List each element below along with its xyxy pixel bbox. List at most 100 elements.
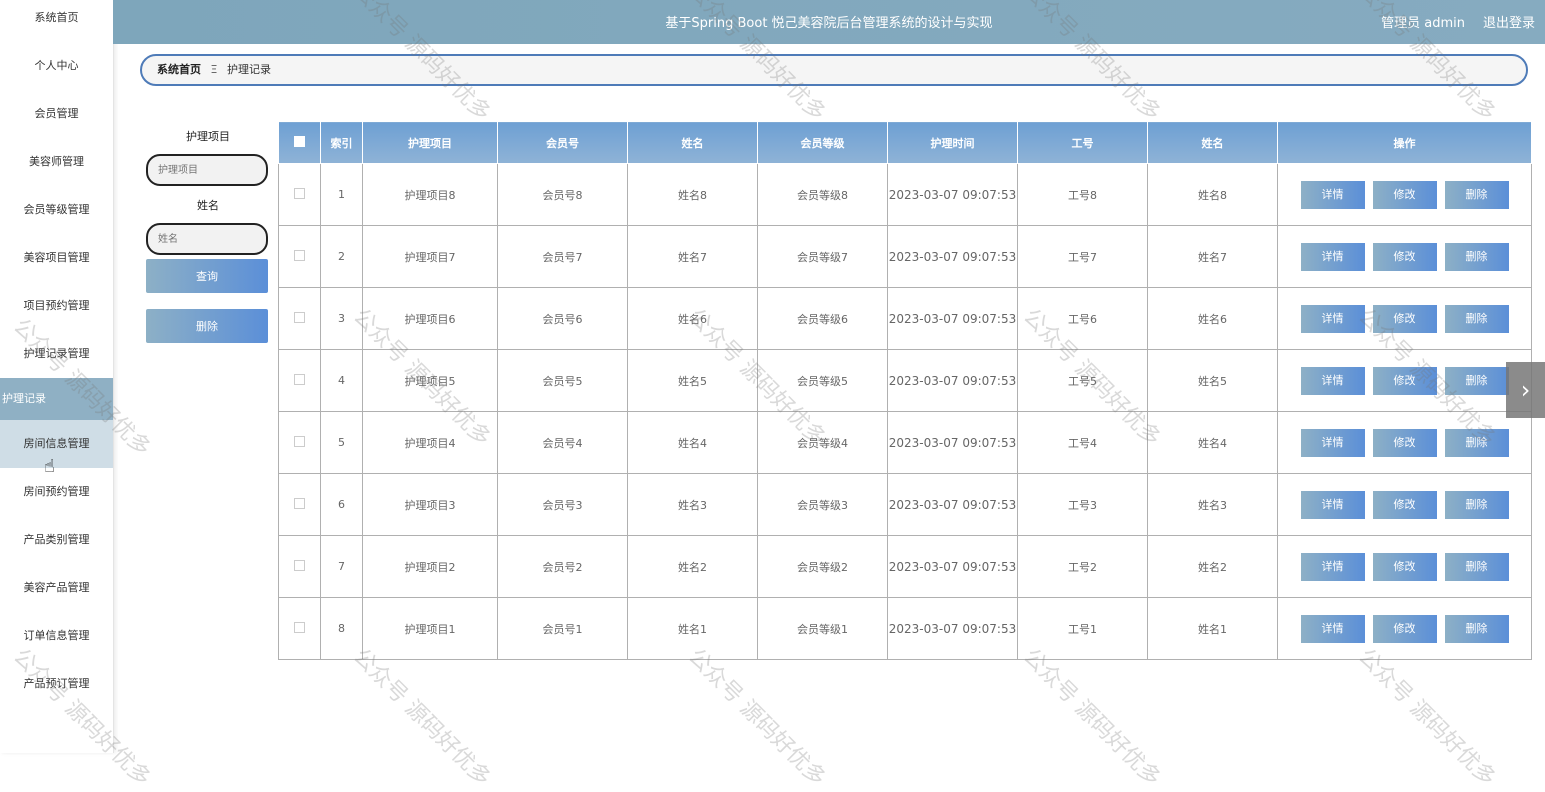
- delete-button[interactable]: 删除: [1444, 490, 1509, 519]
- search-panel: 护理项目 姓名 查询 删除: [146, 128, 270, 343]
- row-select-cell: [278, 287, 321, 350]
- actions-cell: 详情 修改 删除: [1277, 163, 1532, 226]
- sidebar-item-orders[interactable]: 订单信息管理: [0, 612, 113, 660]
- detail-button[interactable]: 详情: [1300, 180, 1365, 209]
- actions-cell: 详情 修改 删除: [1277, 597, 1532, 660]
- sidebar-item-beauty-products[interactable]: 美容产品管理: [0, 564, 113, 612]
- current-user: 管理员 admin: [1381, 16, 1465, 31]
- staff-no-cell: 工号8: [1017, 163, 1148, 226]
- watermark: 公众号 源码好优多: [1353, 644, 1501, 792]
- sidebar-item-member-levels[interactable]: 会员等级管理: [0, 186, 113, 234]
- logout-link[interactable]: 退出登录: [1483, 12, 1535, 31]
- breadcrumb-home[interactable]: 系统首页: [157, 63, 201, 76]
- name-input[interactable]: [146, 223, 268, 255]
- care-item-input[interactable]: [146, 154, 268, 186]
- row-checkbox[interactable]: [294, 373, 305, 385]
- member-name-cell: 姓名2: [627, 535, 758, 598]
- member-name-cell: 姓名3: [627, 473, 758, 536]
- row-checkbox[interactable]: [294, 559, 305, 571]
- row-checkbox[interactable]: [294, 249, 305, 261]
- delete-button[interactable]: 删除: [1444, 428, 1509, 457]
- breadcrumb-current: 护理记录: [226, 63, 271, 76]
- edit-button[interactable]: 修改: [1372, 304, 1437, 333]
- sidebar-item-care-records[interactable]: 护理记录: [0, 378, 113, 420]
- member-name-cell: 姓名4: [627, 411, 758, 474]
- column-header: 姓名: [1147, 121, 1278, 164]
- staff-no-cell: 工号1: [1017, 597, 1148, 660]
- care-item-cell: 护理项目3: [362, 473, 498, 536]
- delete-button[interactable]: 删除: [1444, 242, 1509, 271]
- actions-cell: 详情 修改 删除: [1277, 349, 1532, 412]
- index-cell: 8: [320, 597, 363, 660]
- records-table: 索引 护理项目 会员号 姓名 会员等级 护理时间 工号 姓名 操作 1 护理项目8…: [278, 121, 1532, 660]
- sidebar-item-room-info[interactable]: 房间信息管理: [0, 420, 113, 468]
- detail-button[interactable]: 详情: [1300, 552, 1365, 581]
- actions-cell: 详情 修改 删除: [1277, 473, 1532, 536]
- detail-button[interactable]: 详情: [1300, 242, 1365, 271]
- detail-button[interactable]: 详情: [1300, 428, 1365, 457]
- member-name-cell: 姓名7: [627, 225, 758, 288]
- column-header: 工号: [1017, 121, 1148, 164]
- member-name-cell: 姓名5: [627, 349, 758, 412]
- sidebar-item-room-booking[interactable]: 房间预约管理: [0, 468, 113, 516]
- row-checkbox[interactable]: [294, 187, 305, 199]
- column-header: 操作: [1277, 121, 1532, 164]
- table-row: 7 护理项目2 会员号2 姓名2 会员等级2 2023-03-07 09:07:53 工号2…: [278, 535, 1532, 598]
- select-all-cell: [278, 121, 321, 164]
- care-item-cell: 护理项目6: [362, 287, 498, 350]
- member-level-cell: 会员等级2: [757, 535, 888, 598]
- table-row: 8 护理项目1 会员号1 姓名1 会员等级1 2023-03-07 09:07:53 工号1…: [278, 597, 1532, 660]
- sidebar-item-care-records-mgmt[interactable]: 护理记录管理: [0, 330, 113, 378]
- detail-button[interactable]: 详情: [1300, 366, 1365, 395]
- sidebar-item-profile[interactable]: 个人中心: [0, 42, 113, 90]
- member-level-cell: 会员等级8: [757, 163, 888, 226]
- sidebar-item-project-booking[interactable]: 项目预约管理: [0, 282, 113, 330]
- sidebar-item-product-reservations[interactable]: 产品预订管理: [0, 660, 113, 708]
- edit-button[interactable]: 修改: [1372, 490, 1437, 519]
- row-checkbox[interactable]: [294, 435, 305, 447]
- staff-no-cell: 工号2: [1017, 535, 1148, 598]
- edit-button[interactable]: 修改: [1372, 366, 1437, 395]
- member-no-cell: 会员号8: [497, 163, 628, 226]
- staff-name-cell: 姓名4: [1147, 411, 1278, 474]
- detail-button[interactable]: 详情: [1300, 614, 1365, 643]
- delete-button[interactable]: 删除: [1444, 366, 1509, 395]
- care-item-cell: 护理项目8: [362, 163, 498, 226]
- delete-button[interactable]: 删除: [1444, 180, 1509, 209]
- sidebar-item-product-categories[interactable]: 产品类别管理: [0, 516, 113, 564]
- table-row: 4 护理项目5 会员号5 姓名5 会员等级5 2023-03-07 09:07:53 工号5…: [278, 349, 1532, 412]
- edit-button[interactable]: 修改: [1372, 242, 1437, 271]
- detail-button[interactable]: 详情: [1300, 490, 1365, 519]
- row-checkbox[interactable]: [294, 621, 305, 633]
- staff-name-cell: 姓名8: [1147, 163, 1278, 226]
- sidebar-item-beauticians[interactable]: 美容师管理: [0, 138, 113, 186]
- table-row: 3 护理项目6 会员号6 姓名6 会员等级6 2023-03-07 09:07:53 工号6…: [278, 287, 1532, 350]
- edit-button[interactable]: 修改: [1372, 428, 1437, 457]
- row-checkbox[interactable]: [294, 497, 305, 509]
- detail-button[interactable]: 详情: [1300, 304, 1365, 333]
- care-item-cell: 护理项目5: [362, 349, 498, 412]
- query-button[interactable]: 查询: [146, 259, 268, 293]
- column-header: 会员等级: [757, 121, 888, 164]
- sidebar-item-members[interactable]: 会员管理: [0, 90, 113, 138]
- member-level-cell: 会员等级1: [757, 597, 888, 660]
- sidebar-item-home[interactable]: 系统首页: [0, 0, 113, 42]
- index-cell: 6: [320, 473, 363, 536]
- batch-delete-button[interactable]: 删除: [146, 309, 268, 343]
- delete-button[interactable]: 删除: [1444, 552, 1509, 581]
- member-no-cell: 会员号3: [497, 473, 628, 536]
- care-item-cell: 护理项目2: [362, 535, 498, 598]
- staff-no-cell: 工号7: [1017, 225, 1148, 288]
- delete-button[interactable]: 删除: [1444, 614, 1509, 643]
- sidebar-item-beauty-projects[interactable]: 美容项目管理: [0, 234, 113, 282]
- care-item-cell: 护理项目1: [362, 597, 498, 660]
- edit-button[interactable]: 修改: [1372, 614, 1437, 643]
- row-checkbox[interactable]: [294, 311, 305, 323]
- chevron-right-icon[interactable]: ›: [1506, 362, 1545, 418]
- select-all-checkbox[interactable]: [294, 135, 305, 147]
- delete-button[interactable]: 删除: [1444, 304, 1509, 333]
- table-row: 2 护理项目7 会员号7 姓名7 会员等级7 2023-03-07 09:07:53 工号7…: [278, 225, 1532, 288]
- edit-button[interactable]: 修改: [1372, 552, 1437, 581]
- edit-button[interactable]: 修改: [1372, 180, 1437, 209]
- staff-name-cell: 姓名6: [1147, 287, 1278, 350]
